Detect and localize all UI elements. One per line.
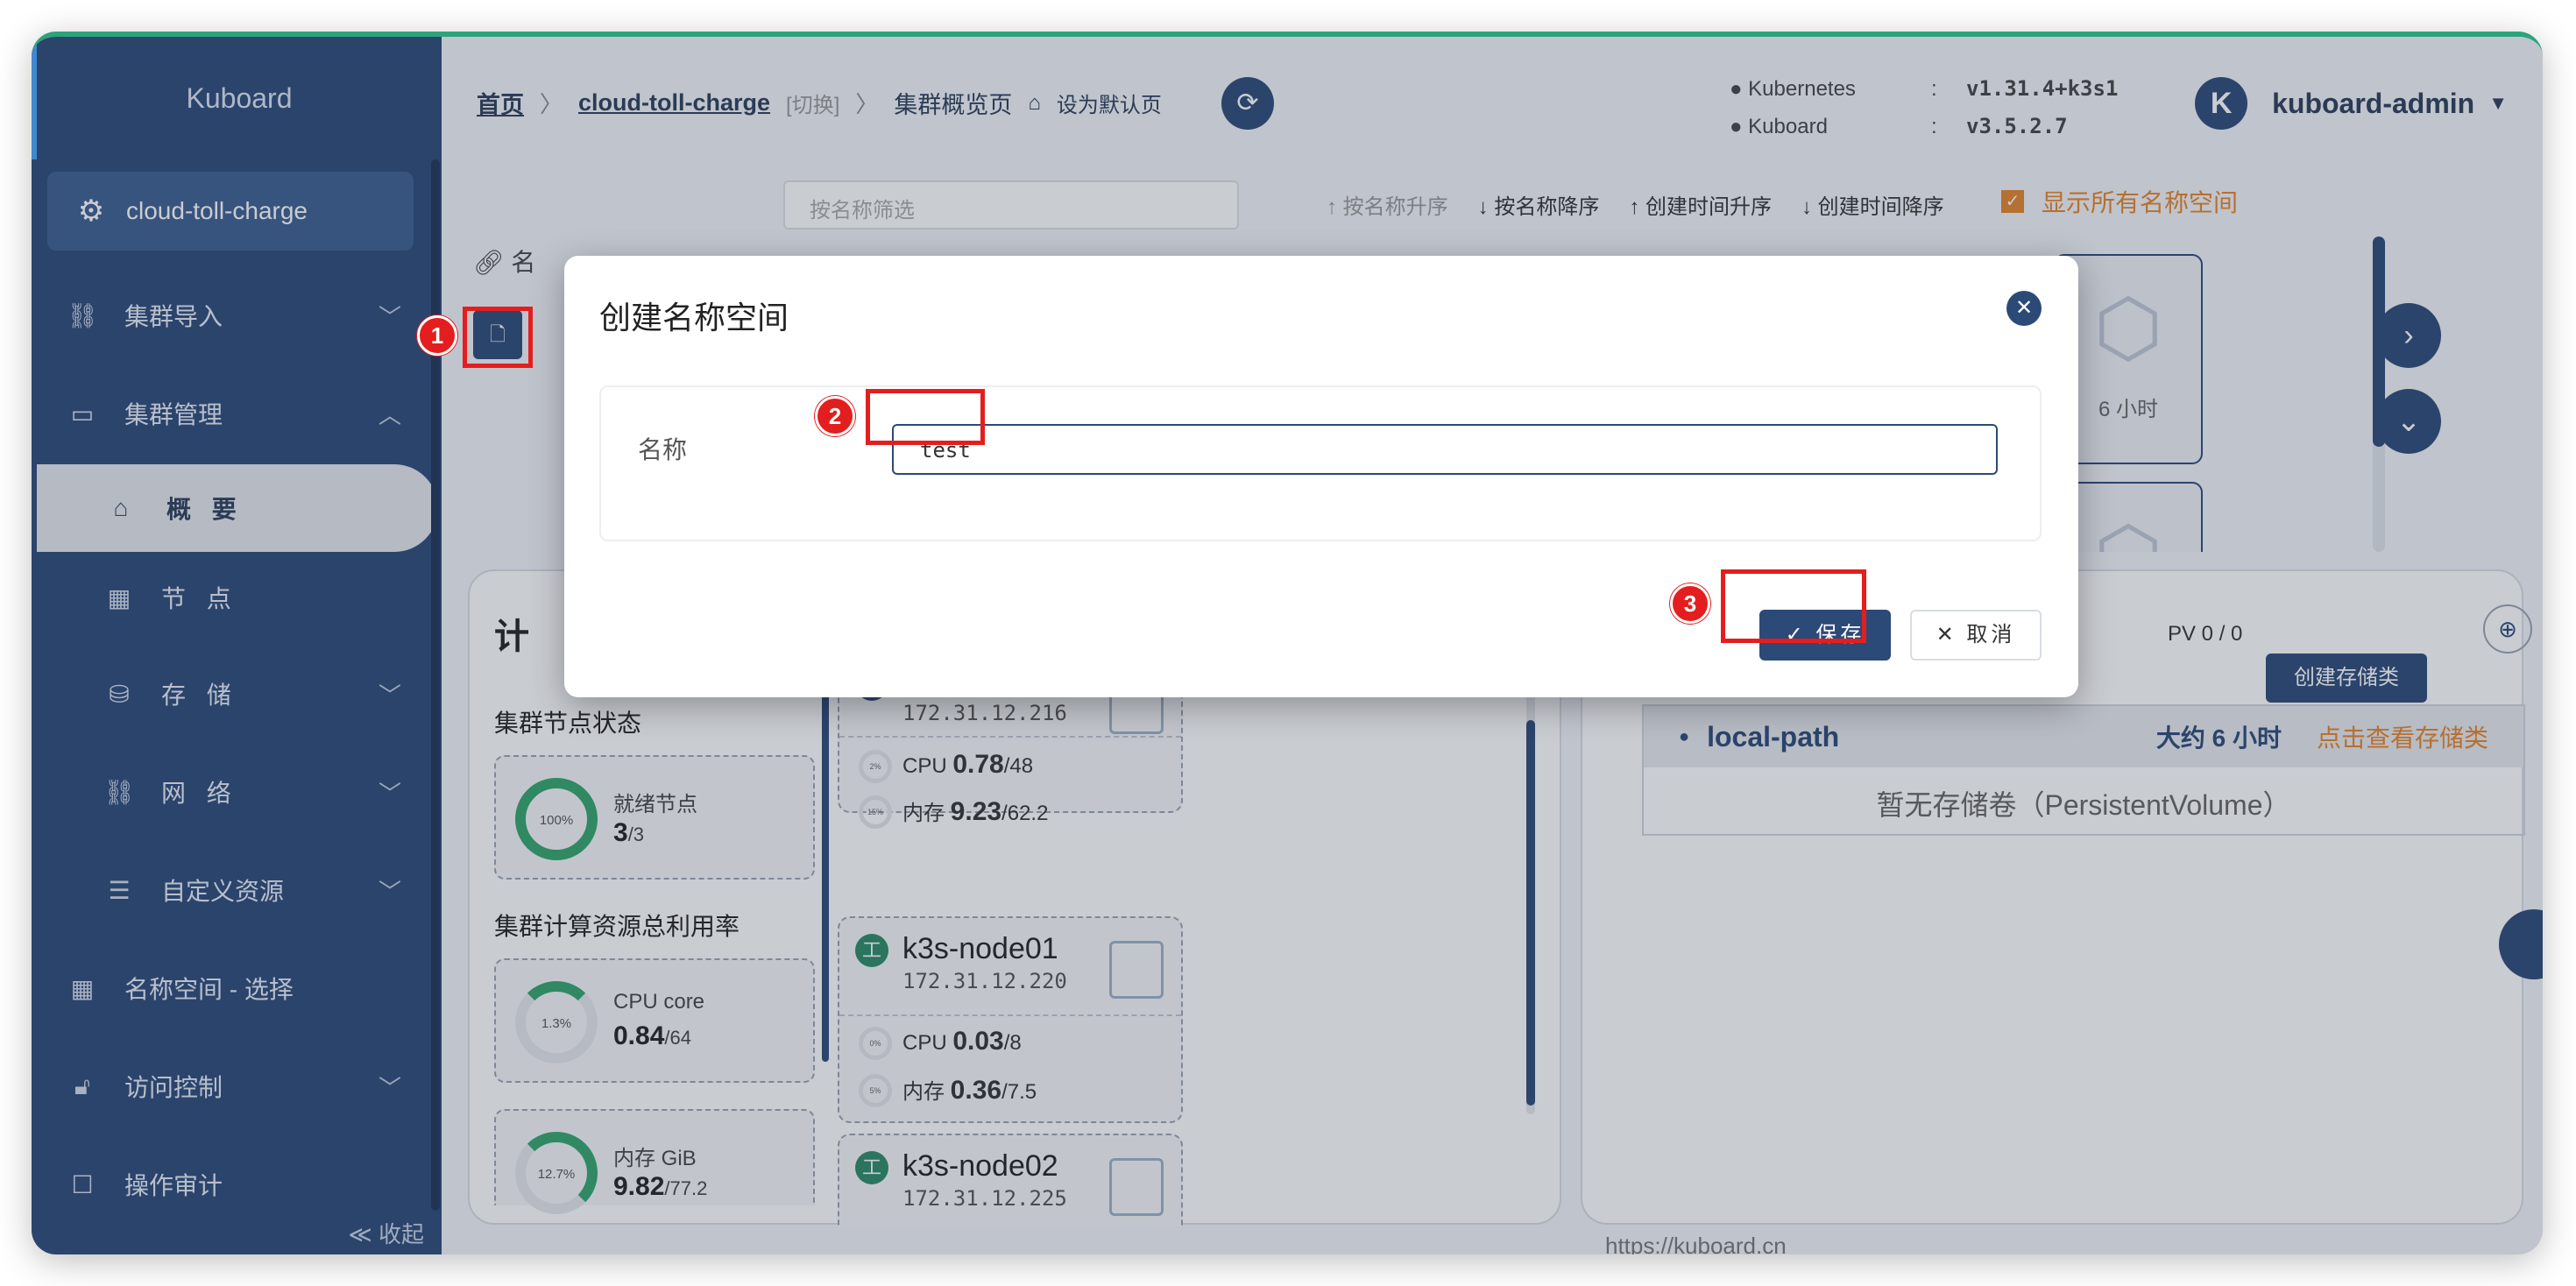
cancel-button[interactable]: ✕ 取消 xyxy=(1910,610,2042,661)
close-button[interactable]: ✕ xyxy=(2006,291,2042,326)
annotation-badge-3: 3 xyxy=(1670,583,1710,624)
dialog-title: 创建名称空间 xyxy=(599,300,789,336)
close-icon: ✕ xyxy=(2014,296,2034,320)
annotation-box-1 xyxy=(463,307,533,368)
name-input[interactable]: test xyxy=(892,424,1998,475)
annotation-badge-2: 2 xyxy=(815,396,855,436)
annotation-badge-1: 1 xyxy=(417,315,457,356)
name-field-label: 名称 xyxy=(638,436,688,463)
annotation-box-2 xyxy=(866,389,985,445)
annotation-box-3 xyxy=(1721,569,1866,643)
app-window: Kuboard ⚙ cloud-toll-charge ⛓ 集群导入 ﹀ ▭ 集… xyxy=(32,32,2543,1254)
